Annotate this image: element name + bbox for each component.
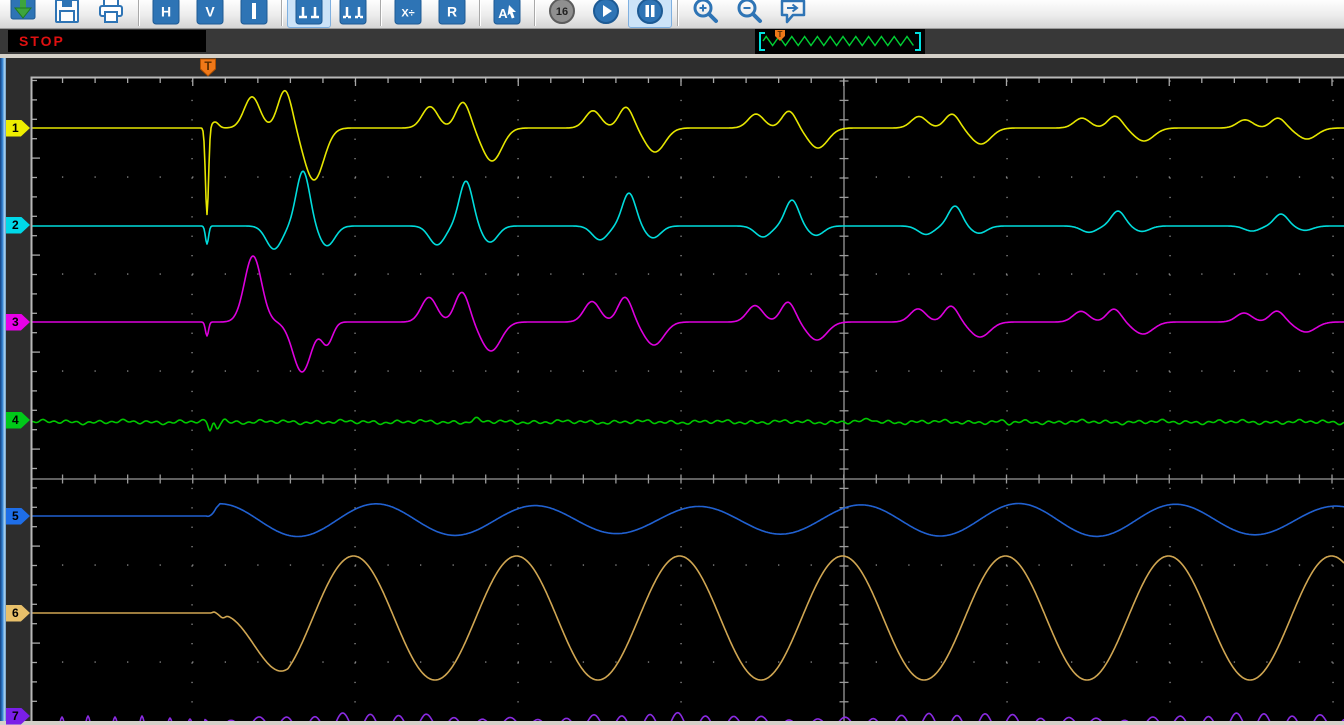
- oscilloscope-app: { "toolbar": { "groups": [ {"items": [ {…: [0, 0, 1344, 721]
- trigger-flag-label: T: [204, 59, 212, 73]
- scope-display: T: [0, 0, 1344, 721]
